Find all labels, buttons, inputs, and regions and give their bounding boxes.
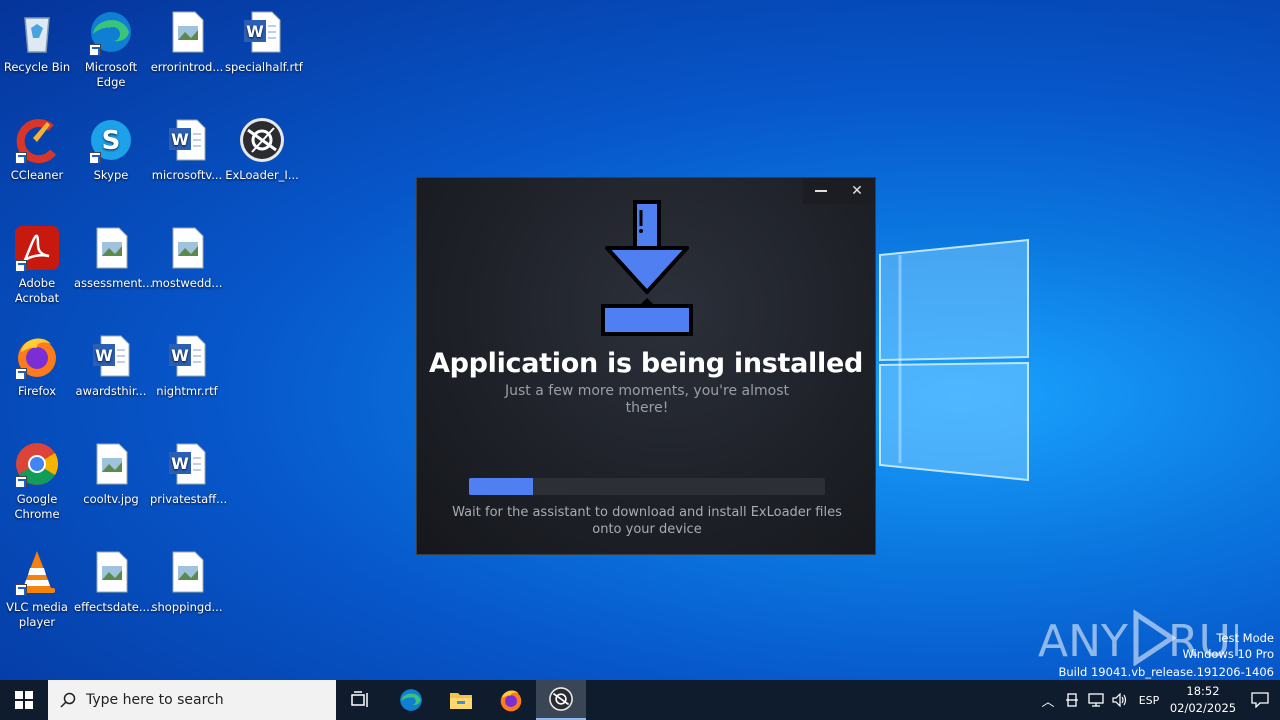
image-file-icon [87,224,135,272]
image-file-icon [87,440,135,488]
svg-text:W: W [95,346,113,365]
exloader-icon [238,116,286,164]
firefox-icon [13,332,61,380]
desktop-icon-mostwedd[interactable]: mostwedd... [150,224,224,291]
show-hidden-icons-button[interactable]: ︿ [1036,680,1060,720]
desktop-icon-effectsdate[interactable]: effectsdate.... [74,548,153,615]
tray-volume-button[interactable] [1108,680,1132,720]
chevron-up-icon: ︿ [1041,694,1055,710]
install-progress-bar [469,478,825,495]
volume-icon [1112,693,1127,707]
close-icon: ✕ [851,183,863,199]
svg-text:ANY: ANY [1038,616,1128,666]
desktop-icon-cooltv[interactable]: cooltv.jpg [74,440,148,507]
desktop-icon-shoppingd[interactable]: shoppingd... [150,548,224,615]
device-icon [1066,693,1078,707]
clock-date: 02/02/2025 [1169,701,1237,715]
desktop-icon-specialhalf[interactable]: W specialhalf.rtf [225,8,303,75]
desktop-icon-adobe-acrobat[interactable]: Adobe Acrobat [0,224,74,306]
start-button[interactable] [0,680,48,720]
close-button[interactable]: ✕ [839,178,875,204]
clock-time: 18:52 [1186,684,1220,698]
image-file-icon [163,8,211,56]
install-progress-fill [469,478,534,495]
svg-text:W: W [171,346,189,365]
firefox-icon [500,690,522,712]
word-document-icon: W [238,8,286,56]
word-document-icon: W [163,116,211,164]
desktop-icon-exloader[interactable]: ExLoader_I... [225,116,299,183]
ccleaner-icon [13,116,61,164]
download-icon [601,200,693,336]
build-label: Build 19041.vb_release.191206-1406 [1058,665,1274,679]
word-document-icon: W [163,440,211,488]
folder-icon [450,693,472,709]
notification-icon [1251,692,1269,708]
desktop-icon-privatestaff[interactable]: W privatestaff... [150,440,227,507]
word-document-icon: W [163,332,211,380]
search-icon [60,692,76,708]
edge-icon [400,689,422,711]
desktop-icon-ccleaner[interactable]: CCleaner [0,116,74,183]
exloader-icon [549,687,573,711]
svg-text:S: S [102,126,121,156]
edge-icon [87,8,135,56]
desktop-icon-recycle-bin[interactable]: Recycle Bin [0,8,74,75]
desktop-icon-assessment[interactable]: assessment... [74,224,153,291]
image-file-icon [163,224,211,272]
installer-window: ✕ Application is being installed Just a … [416,177,876,555]
vlc-icon [13,548,61,596]
taskbar-firefox[interactable] [486,680,536,720]
tray-network-button[interactable] [1084,680,1108,720]
svg-text:W: W [171,454,189,473]
window-controls: ✕ [803,178,875,204]
tray-language[interactable]: ESP [1132,680,1166,720]
skype-icon: S [87,116,135,164]
taskbar-edge[interactable] [386,680,436,720]
chrome-icon [13,440,61,488]
task-view-icon [351,691,368,707]
taskbar-search-box[interactable]: Type here to search [48,680,336,720]
recycle-bin-icon [13,8,61,56]
task-view-button[interactable] [336,680,386,720]
image-file-icon [163,548,211,596]
tray-clock[interactable]: 18:52 02/02/2025 [1166,683,1240,717]
desktop-icon-errorintrod[interactable]: errorintrod... [150,8,224,75]
taskbar: Type here to search ︿ ESP 18:52 02/02/20… [0,680,1280,720]
minimize-button[interactable] [803,178,839,204]
acrobat-icon [13,224,61,272]
network-icon [1088,693,1104,707]
image-file-icon [87,548,135,596]
desktop-icon-firefox[interactable]: Firefox [0,332,74,399]
taskbar-exloader[interactable] [536,680,586,720]
desktop-icon-edge[interactable]: Microsoft Edge [74,8,148,90]
installer-wait-text: Wait for the assistant to download and i… [452,505,842,537]
desktop-icon-microsoftv[interactable]: W microsoftv... [150,116,224,183]
installer-title: Application is being installed [428,348,863,379]
installer-subtitle: Just a few more moments, you're almost t… [505,383,789,416]
desktop-icon-awardsthir[interactable]: W awardsthir... [74,332,148,399]
notifications-button[interactable] [1240,680,1280,720]
svg-text:W: W [246,22,264,41]
desktop-icon-google-chrome[interactable]: Google Chrome [0,440,74,522]
minimize-icon [815,190,827,192]
desktop-icon-nightmr[interactable]: W nightmr.rtf [150,332,224,399]
windows-start-icon [15,691,33,709]
taskbar-file-explorer[interactable] [436,680,486,720]
desktop-icon-skype[interactable]: S Skype [74,116,148,183]
search-placeholder: Type here to search [86,692,224,708]
system-tray: ︿ ESP 18:52 02/02/2025 [1036,680,1280,720]
windows-edition-label: Windows 10 Pro [1182,647,1274,661]
svg-text:W: W [171,130,189,149]
desktop-icon-vlc[interactable]: VLC media player [0,548,74,630]
word-document-icon: W [87,332,135,380]
test-mode-label: Test Mode [1216,631,1274,645]
tray-device-button[interactable] [1060,680,1084,720]
